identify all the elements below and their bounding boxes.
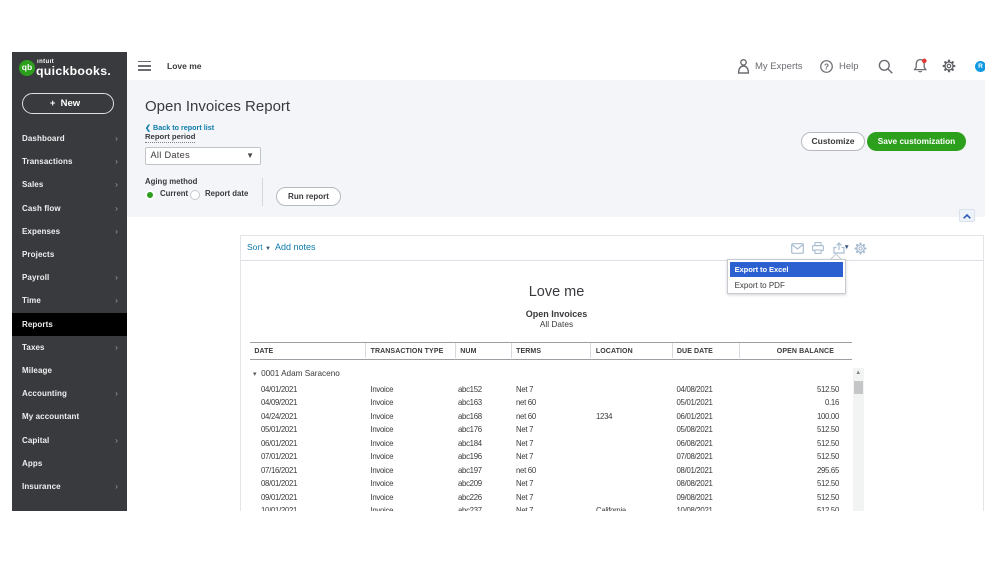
svg-text:?: ? bbox=[824, 62, 829, 71]
